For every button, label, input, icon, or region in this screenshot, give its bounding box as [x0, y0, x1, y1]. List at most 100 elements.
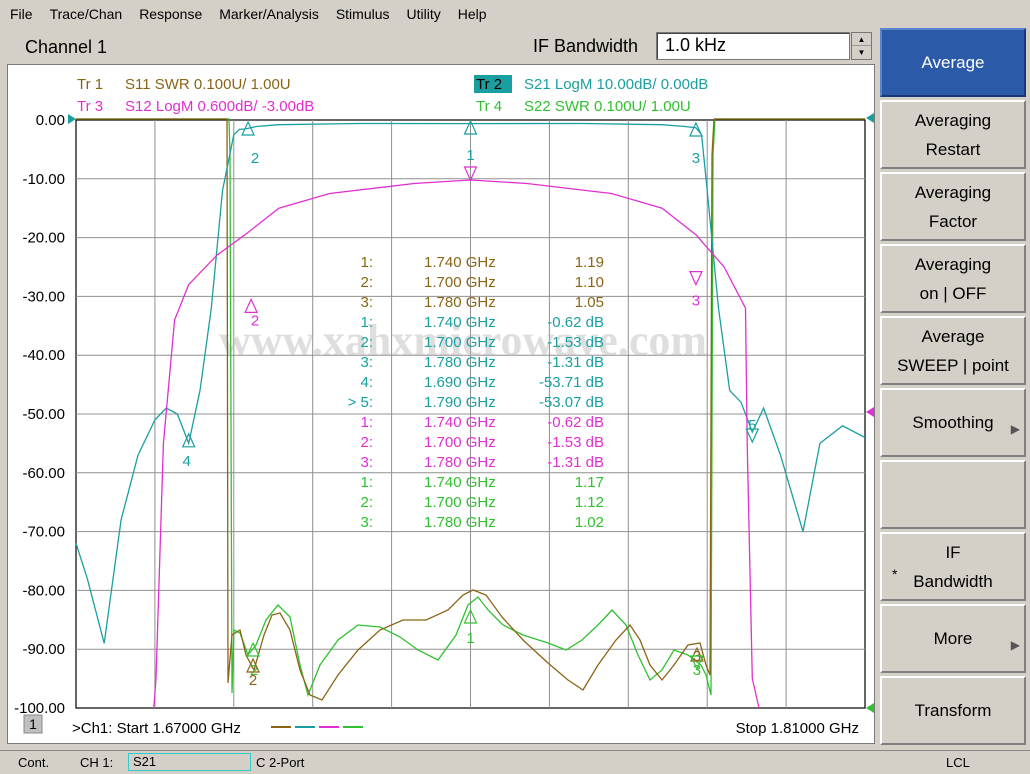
marker-row-value: 1.19	[575, 254, 604, 271]
marker-row-freq: 1.740 GHz	[424, 254, 496, 271]
marker-label: 3	[692, 293, 700, 310]
active-star-icon: *	[892, 566, 898, 582]
legend-trace-label: S21 LogM 10.00dB/ 0.00dB	[524, 76, 708, 93]
y-tick-label: -20.00	[22, 230, 65, 247]
marker-row-id: 3:	[360, 454, 373, 471]
softkey-label: Transform	[914, 701, 992, 720]
softkey-averaging-factor[interactable]: Averaging Factor	[880, 172, 1026, 241]
marker-label: 3	[692, 150, 700, 167]
softkey-smoothing[interactable]: Smoothing ▶	[880, 388, 1026, 457]
legend-trace-label: S12 LogM 0.600dB/ -3.00dB	[125, 98, 314, 115]
marker-row-id: 2:	[360, 274, 373, 291]
marker-label: 1	[466, 630, 474, 647]
y-tick-label: -10.00	[22, 171, 65, 188]
ref-marker-icon	[68, 114, 76, 124]
marker-row-value: 1.17	[575, 474, 604, 491]
marker-row-freq: 1.740 GHz	[424, 414, 496, 431]
if-bandwidth-label: IF Bandwidth	[533, 36, 639, 56]
softkey-more[interactable]: More ▶	[880, 604, 1026, 673]
legend-trace-id: Tr 2	[476, 76, 502, 93]
menu-utility[interactable]: Utility	[407, 6, 441, 22]
y-tick-label: -90.00	[22, 641, 65, 658]
marker-label: 4	[183, 453, 191, 470]
marker-row-value: -53.07 dB	[539, 394, 604, 411]
marker-label: 3	[693, 662, 701, 679]
vna-window: File Trace/Chan Response Marker/Analysis…	[0, 0, 1030, 774]
stop-frequency: Stop 1.81000 GHz	[736, 720, 859, 737]
softkey-average-sweep-point[interactable]: Average SWEEP | point	[880, 316, 1026, 385]
marker-row-freq: 1.690 GHz	[424, 374, 496, 391]
trace-chart[interactable]: 0.00 -10.00 -20.00 -30.00 -40.00 -50.00 -60.00…	[8, 65, 874, 743]
y-tick-label: -80.00	[22, 582, 65, 599]
marker-row-id: 4:	[360, 374, 373, 391]
softkey-transform[interactable]: Transform	[880, 676, 1026, 745]
menu-response[interactable]: Response	[139, 6, 202, 22]
marker-row-value: -0.62 dB	[547, 314, 604, 331]
marker-row-id: > 5:	[348, 394, 373, 411]
if-bandwidth-spinner[interactable]: ▲ ▼	[851, 32, 872, 60]
y-tick-label: -50.00	[22, 406, 65, 423]
marker-row-value: -53.71 dB	[539, 374, 604, 391]
marker-row-id: 2:	[360, 334, 373, 351]
softkey-label: More	[933, 629, 973, 648]
marker-row-freq: 1.780 GHz	[424, 454, 496, 471]
marker-row-value: -1.53 dB	[547, 434, 604, 451]
legend-trace-label: S22 SWR 0.100U/ 1.00U	[524, 98, 691, 115]
submenu-arrow-icon: ▶	[1010, 422, 1020, 436]
status-parameter[interactable]: S21	[128, 753, 251, 771]
softkey-averaging-restart[interactable]: Averaging Restart	[880, 100, 1026, 169]
marker-label: 2	[251, 150, 259, 167]
spin-down-icon[interactable]: ▼	[852, 46, 871, 59]
status-calibration: C 2-Port	[256, 755, 305, 770]
marker-row-id: 1:	[360, 414, 373, 431]
submenu-arrow-icon: ▶	[1010, 638, 1020, 652]
marker-row-freq: 1.740 GHz	[424, 314, 496, 331]
marker-label: 2	[251, 312, 259, 329]
softkey-label: Averaging on | OFF	[914, 254, 992, 303]
marker-row-freq: 1.790 GHz	[424, 394, 496, 411]
start-frequency: >Ch1: Start 1.67000 GHz	[72, 720, 241, 737]
menu-help[interactable]: Help	[458, 6, 487, 22]
softkey-blank[interactable]	[880, 460, 1026, 529]
softkey-averaging-on-off[interactable]: Averaging on | OFF	[880, 244, 1026, 313]
status-ref: LCL	[946, 755, 970, 770]
softkey-if-bandwidth[interactable]: IF Bandwidth *	[880, 532, 1026, 601]
menu-trace-chan[interactable]: Trace/Chan	[50, 6, 123, 22]
legend-trace-label: S11 SWR 0.100U/ 1.00U	[125, 76, 291, 93]
softkey-panel: Average Averaging Restart Averaging Factor Av…	[880, 28, 1026, 745]
softkey-label: Average SWEEP | point	[897, 326, 1009, 375]
marker-row-id: 1:	[360, 474, 373, 491]
marker-row-value: 1.02	[575, 514, 604, 531]
softkey-label: Smoothing	[912, 413, 994, 432]
marker-row-id: 3:	[360, 354, 373, 371]
marker-row-freq: 1.780 GHz	[424, 514, 496, 531]
softkey-label: Average	[921, 53, 985, 72]
menu-marker-analysis[interactable]: Marker/Analysis	[219, 6, 319, 22]
if-bandwidth-input[interactable]: 1.0 kHz	[656, 32, 850, 60]
softkey-average[interactable]: Average	[880, 28, 1026, 97]
marker-row-freq: 1.700 GHz	[424, 274, 496, 291]
measurement-display[interactable]: 0.00 -10.00 -20.00 -30.00 -40.00 -50.00 -60.00…	[7, 64, 875, 744]
menu-bar: File Trace/Chan Response Marker/Analysis…	[0, 0, 1030, 28]
softkey-label: Averaging Restart	[914, 110, 992, 159]
spin-up-icon[interactable]: ▲	[852, 33, 871, 46]
marker-row-id: 1:	[360, 254, 373, 271]
y-tick-label: 0.00	[36, 112, 65, 129]
marker-label: 1	[466, 147, 474, 164]
marker-row-value: -1.31 dB	[547, 454, 604, 471]
marker-row-value: 1.10	[575, 274, 604, 291]
marker-row-value: -1.31 dB	[547, 354, 604, 371]
status-mode: Cont.	[18, 755, 50, 770]
legend-trace-id: Tr 1	[77, 76, 103, 93]
marker-row-freq: 1.700 GHz	[424, 494, 496, 511]
marker-label: 2	[249, 672, 257, 689]
menu-stimulus[interactable]: Stimulus	[336, 6, 390, 22]
y-tick-label: -100.00	[14, 700, 65, 717]
marker-row-freq: 1.780 GHz	[424, 294, 496, 311]
menu-file[interactable]: File	[10, 6, 33, 22]
marker-row-value: 1.05	[575, 294, 604, 311]
y-tick-label: -60.00	[22, 465, 65, 482]
y-tick-label: -30.00	[22, 288, 65, 305]
legend-trace-id: Tr 4	[476, 98, 502, 115]
status-channel: CH 1:	[80, 755, 114, 770]
